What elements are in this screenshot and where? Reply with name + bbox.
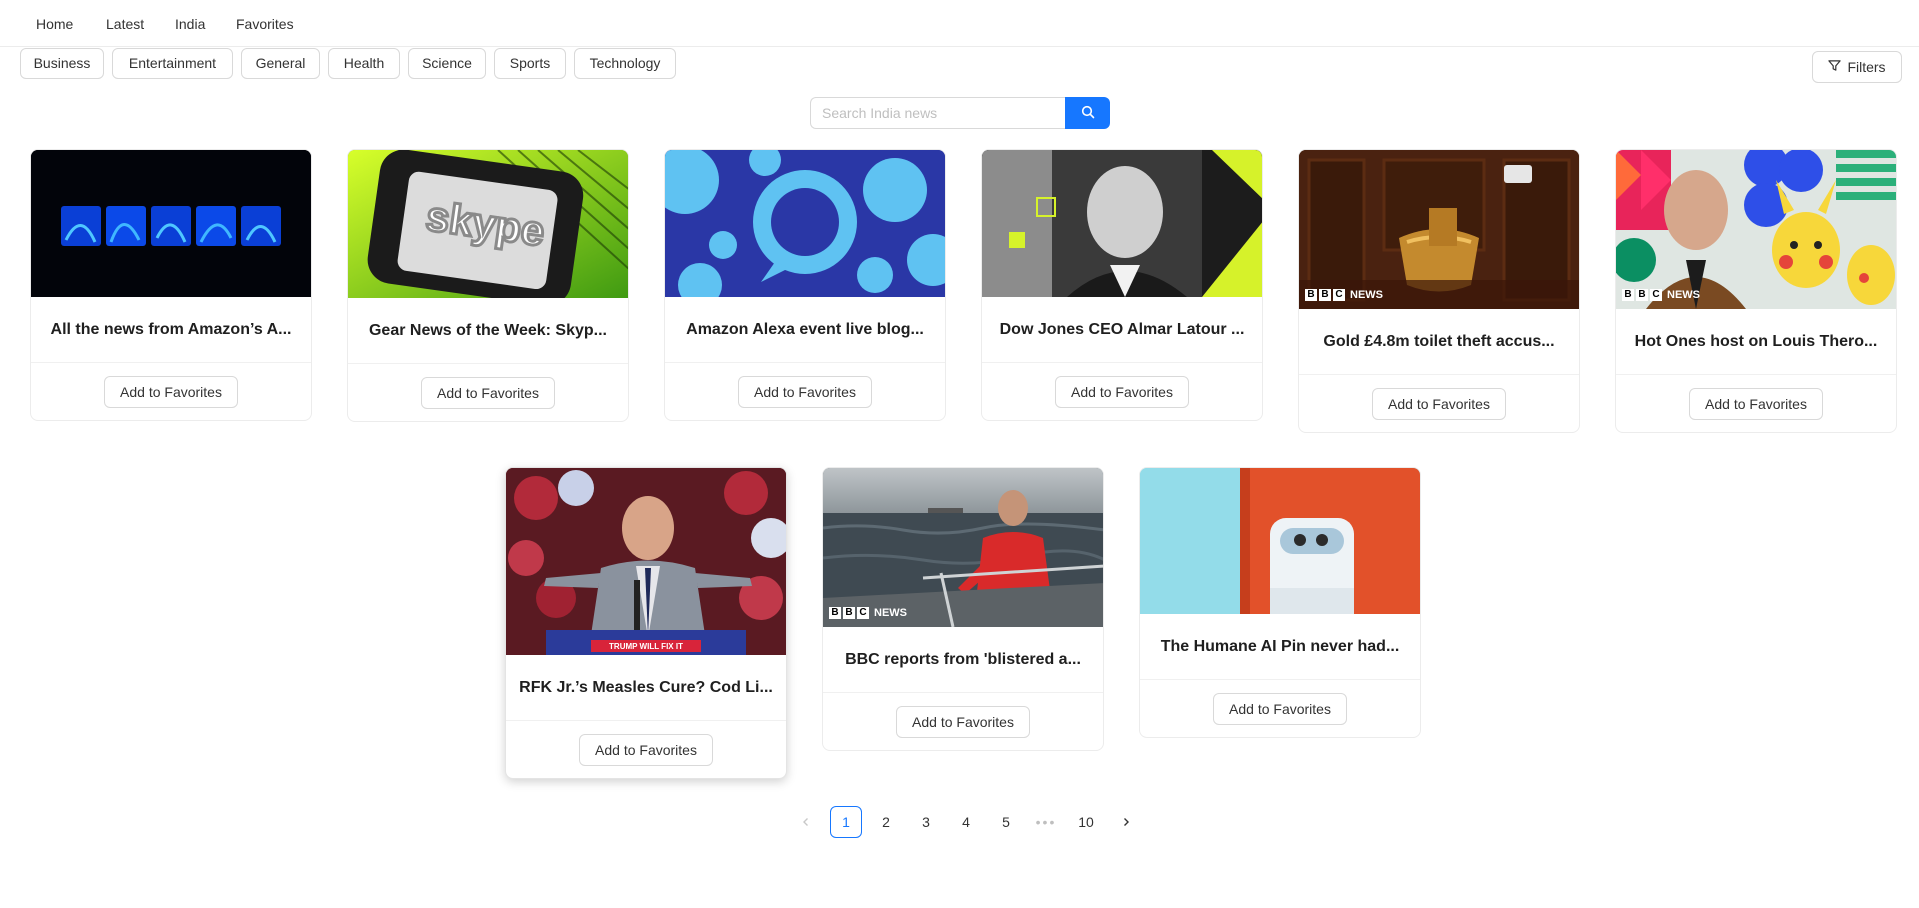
podium-sign-text: TRUMP WILL FIX IT bbox=[609, 642, 683, 651]
add-to-favorites-button[interactable]: Add to Favorites bbox=[1213, 692, 1347, 725]
page-1[interactable]: 1 bbox=[830, 806, 862, 838]
card-actions: Add to Favorites bbox=[982, 363, 1262, 420]
card-actions: Add to Favorites bbox=[348, 364, 628, 421]
chevron-right-icon bbox=[1121, 814, 1131, 830]
page-2[interactable]: 2 bbox=[870, 806, 902, 838]
article-title[interactable]: Gold £4.8m toilet theft accus... bbox=[1299, 309, 1579, 375]
article-image[interactable]: B B C NEWS bbox=[1299, 150, 1579, 309]
bbc-news-watermark: B B C NEWS bbox=[1305, 289, 1383, 301]
category-health[interactable]: Health bbox=[328, 48, 400, 79]
bbc-news-watermark: B B C NEWS bbox=[1622, 289, 1700, 301]
card-actions: Add to Favorites bbox=[1140, 680, 1420, 737]
nav-home[interactable]: Home bbox=[36, 16, 73, 32]
add-to-favorites-button[interactable]: Add to Favorites bbox=[1689, 387, 1823, 420]
article-image[interactable] bbox=[31, 150, 311, 297]
filter-icon bbox=[1828, 59, 1842, 75]
category-business[interactable]: Business bbox=[20, 48, 104, 79]
add-to-favorites-button[interactable]: Add to Favorites bbox=[738, 375, 872, 408]
article-image[interactable] bbox=[982, 150, 1262, 297]
news-card[interactable]: B B C NEWS Gold £4.8m toilet theft accus...… bbox=[1298, 149, 1580, 433]
pagination: 1 2 3 4 5 ••• 10 bbox=[790, 806, 1142, 838]
card-actions: Add to Favorites bbox=[31, 363, 311, 420]
search-bar bbox=[810, 97, 1110, 129]
nav-favorites[interactable]: Favorites bbox=[236, 16, 294, 32]
nav-latest[interactable]: Latest bbox=[106, 16, 144, 32]
article-title[interactable]: BBC reports from 'blistered a... bbox=[823, 627, 1103, 693]
pagination-next[interactable] bbox=[1110, 806, 1142, 838]
article-title[interactable]: RFK Jr.’s Measles Cure? Cod Li... bbox=[506, 655, 786, 721]
pagination-prev[interactable] bbox=[790, 806, 822, 838]
search-icon bbox=[1081, 105, 1095, 122]
category-general[interactable]: General bbox=[241, 48, 320, 79]
news-card[interactable]: B B C NEWS Hot Ones host on Louis Thero... … bbox=[1615, 149, 1897, 433]
page-4[interactable]: 4 bbox=[950, 806, 982, 838]
card-actions: Add to Favorites bbox=[665, 363, 945, 420]
article-image[interactable]: B B C NEWS bbox=[823, 468, 1103, 627]
category-science[interactable]: Science bbox=[408, 48, 486, 79]
filters-label: Filters bbox=[1847, 59, 1886, 75]
page-10[interactable]: 10 bbox=[1070, 806, 1102, 838]
add-to-favorites-button[interactable]: Add to Favorites bbox=[421, 376, 555, 409]
news-card[interactable]: Amazon Alexa event live blog... Add to F… bbox=[664, 149, 946, 421]
news-card[interactable]: skype Gear News of the Week: Skyp... Add… bbox=[347, 149, 629, 422]
add-to-favorites-button[interactable]: Add to Favorites bbox=[579, 733, 713, 766]
article-image[interactable] bbox=[665, 150, 945, 297]
news-card[interactable]: The Humane AI Pin never had... Add to Fa… bbox=[1139, 467, 1421, 738]
article-title[interactable]: The Humane AI Pin never had... bbox=[1140, 614, 1420, 680]
category-entertainment[interactable]: Entertainment bbox=[112, 48, 233, 79]
card-actions: Add to Favorites bbox=[506, 721, 786, 778]
category-sports[interactable]: Sports bbox=[494, 48, 566, 79]
page-3[interactable]: 3 bbox=[910, 806, 942, 838]
nav-india[interactable]: India bbox=[175, 16, 205, 32]
article-image[interactable]: skype bbox=[348, 150, 628, 298]
bbc-news-watermark: B B C NEWS bbox=[829, 607, 907, 619]
news-card[interactable]: TRUMP WILL FIX IT RFK Jr.’s Measles Cure… bbox=[505, 467, 787, 779]
add-to-favorites-button[interactable]: Add to Favorites bbox=[1372, 387, 1506, 420]
pagination-ellipsis[interactable]: ••• bbox=[1030, 806, 1062, 838]
top-nav: Home Latest India Favorites bbox=[0, 0, 1919, 47]
article-title[interactable]: All the news from Amazon’s A... bbox=[31, 297, 311, 363]
chevron-left-icon bbox=[801, 814, 811, 830]
category-technology[interactable]: Technology bbox=[574, 48, 676, 79]
news-card[interactable]: B B C NEWS BBC reports from 'blistered a...… bbox=[822, 467, 1104, 751]
article-title[interactable]: Amazon Alexa event live blog... bbox=[665, 297, 945, 363]
search-input[interactable] bbox=[810, 97, 1066, 129]
add-to-favorites-button[interactable]: Add to Favorites bbox=[104, 375, 238, 408]
news-card[interactable]: All the news from Amazon’s A... Add to F… bbox=[30, 149, 312, 421]
filters-button[interactable]: Filters bbox=[1812, 51, 1902, 83]
article-image[interactable] bbox=[1140, 468, 1420, 614]
card-actions: Add to Favorites bbox=[1299, 375, 1579, 432]
add-to-favorites-button[interactable]: Add to Favorites bbox=[1055, 375, 1189, 408]
news-card[interactable]: Dow Jones CEO Almar Latour ... Add to Fa… bbox=[981, 149, 1263, 421]
article-image[interactable]: TRUMP WILL FIX IT bbox=[506, 468, 786, 655]
page-5[interactable]: 5 bbox=[990, 806, 1022, 838]
article-title[interactable]: Hot Ones host on Louis Thero... bbox=[1616, 309, 1896, 375]
card-actions: Add to Favorites bbox=[1616, 375, 1896, 432]
search-button[interactable] bbox=[1065, 97, 1110, 129]
article-title[interactable]: Gear News of the Week: Skyp... bbox=[348, 298, 628, 364]
add-to-favorites-button[interactable]: Add to Favorites bbox=[896, 705, 1030, 738]
card-actions: Add to Favorites bbox=[823, 693, 1103, 750]
article-image[interactable]: B B C NEWS bbox=[1616, 150, 1896, 309]
article-title[interactable]: Dow Jones CEO Almar Latour ... bbox=[982, 297, 1262, 363]
